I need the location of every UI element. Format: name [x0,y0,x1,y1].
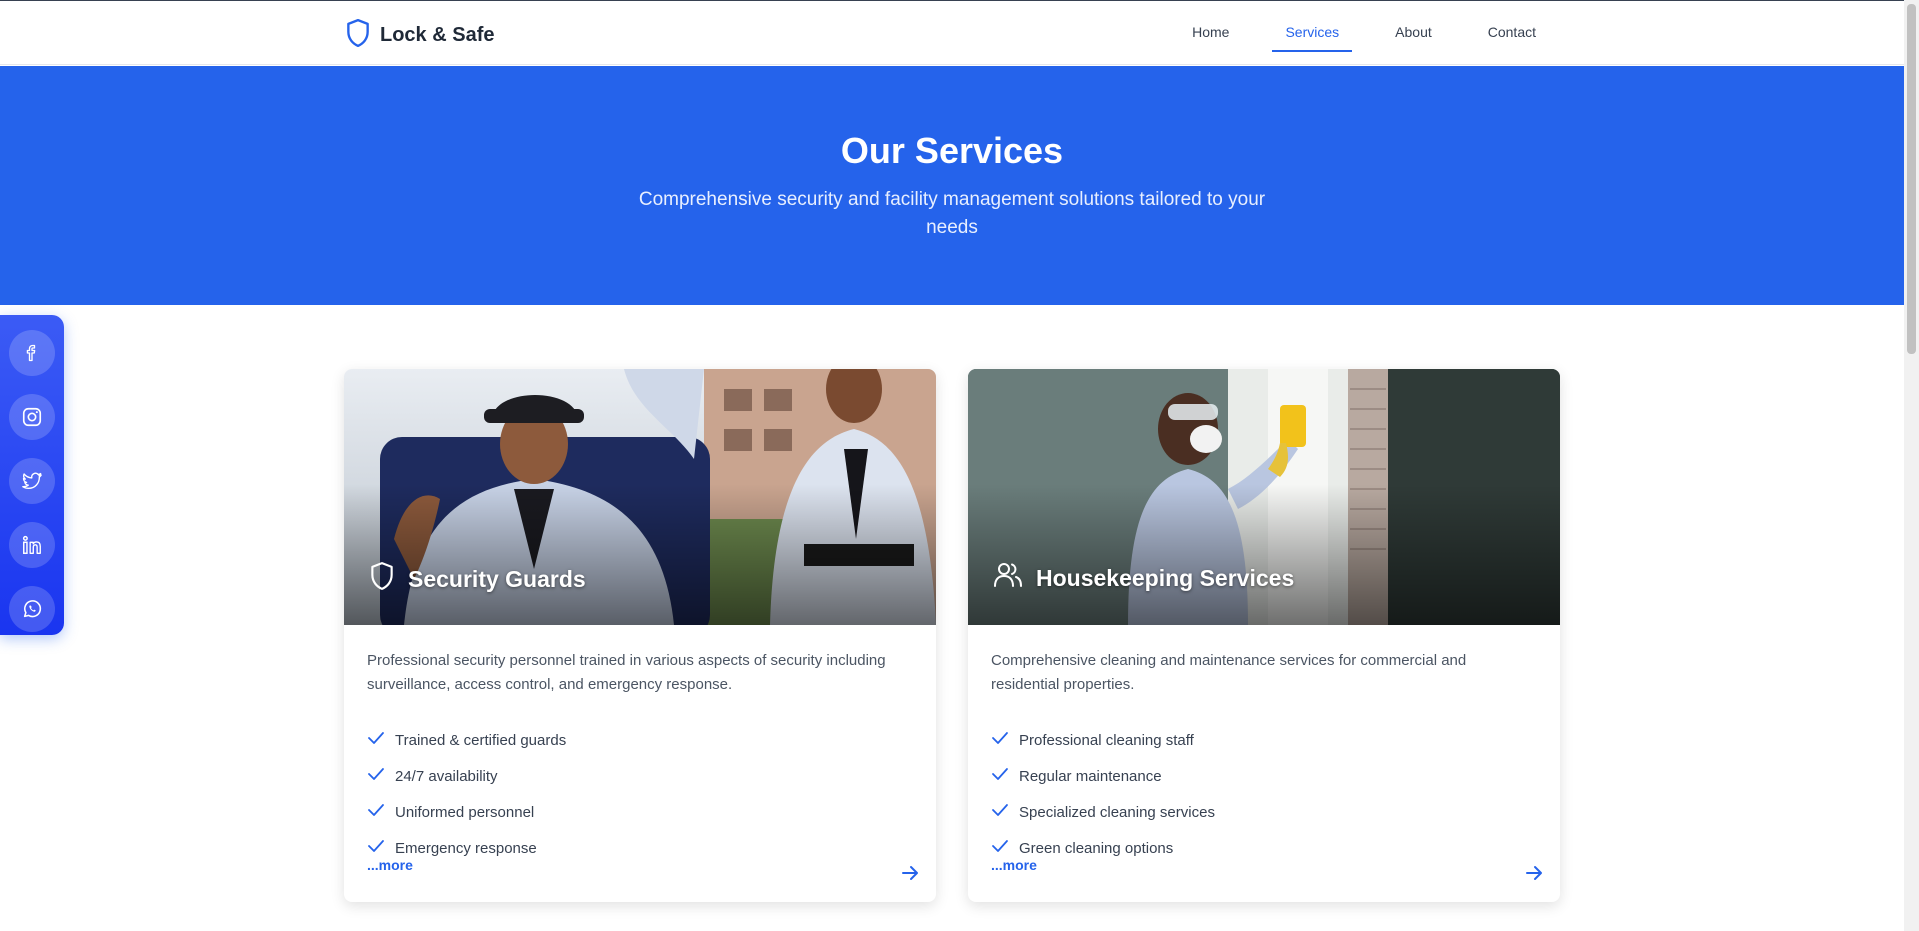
check-icon [367,803,385,821]
feature-item: Specialized cleaning services [991,794,1215,830]
check-icon [991,803,1009,821]
feature-item: Trained & certified guards [367,722,566,758]
card-title: Housekeeping Services [1036,564,1295,591]
whatsapp-icon[interactable] [9,586,55,632]
card-title: Security Guards [408,565,586,592]
nav-about[interactable]: About [1382,13,1445,52]
logo[interactable]: Lock & Safe [345,18,494,53]
vertical-scrollbar[interactable] [1904,0,1919,931]
check-icon [991,731,1009,749]
site-header: Lock & Safe Home Services About Contact [0,1,1904,65]
service-card-housekeeping[interactable]: Housekeeping Services Comprehensive clea… [968,369,1560,902]
shield-icon [369,561,395,597]
hero-subtitle: Comprehensive security and facility mana… [638,189,1266,238]
social-sidebar [0,315,64,635]
check-icon [367,731,385,749]
arrow-right-icon[interactable] [1524,863,1544,888]
nav-contact[interactable]: Contact [1475,13,1549,52]
feature-item: 24/7 availability [367,758,566,794]
users-icon [993,561,1023,595]
feature-label: 24/7 availability [395,767,498,785]
instagram-icon[interactable] [9,394,55,440]
page-title: Our Services [840,130,1064,171]
card-description: Professional security personnel trained … [367,652,886,693]
feature-label: Green cleaning options [1019,839,1174,857]
check-icon [991,767,1009,785]
feature-label: Professional cleaning staff [1019,731,1194,749]
hero-banner: Our Services Comprehensive security and … [0,66,1904,305]
nav-home[interactable]: Home [1179,13,1242,52]
feature-label: Uniformed personnel [395,803,535,821]
scrollbar-thumb[interactable] [1907,4,1916,354]
linkedin-icon[interactable] [9,522,55,568]
card-title-row: Security Guards [369,561,586,597]
feature-list: Trained & certified guards 24/7 availabi… [367,722,566,866]
more-link[interactable]: ...more [367,857,413,873]
nav-services[interactable]: Services [1272,13,1352,52]
service-card-security-guards[interactable]: Security Guards Professional security pe… [344,369,936,902]
check-icon [367,767,385,785]
feature-label: Specialized cleaning services [1019,803,1215,821]
facebook-icon[interactable] [9,330,55,376]
feature-label: Regular maintenance [1019,767,1162,785]
shield-icon [345,18,371,53]
card-description: Comprehensive cleaning and maintenance s… [991,652,1467,693]
arrow-right-icon[interactable] [900,863,920,888]
feature-list: Professional cleaning staff Regular main… [991,722,1215,866]
brand-name: Lock & Safe [380,24,495,46]
check-icon [367,839,385,857]
feature-item: Professional cleaning staff [991,722,1215,758]
twitter-icon[interactable] [9,458,55,504]
feature-item: Uniformed personnel [367,794,566,830]
check-icon [991,839,1009,857]
more-link[interactable]: ...more [991,857,1037,873]
main-nav: Home Services About Contact [1149,13,1549,52]
feature-label: Emergency response [395,839,537,857]
feature-item: Regular maintenance [991,758,1215,794]
page: Lock & Safe Home Services About Contact … [0,0,1919,931]
card-title-row: Housekeeping Services [993,561,1294,595]
feature-label: Trained & certified guards [395,731,567,749]
